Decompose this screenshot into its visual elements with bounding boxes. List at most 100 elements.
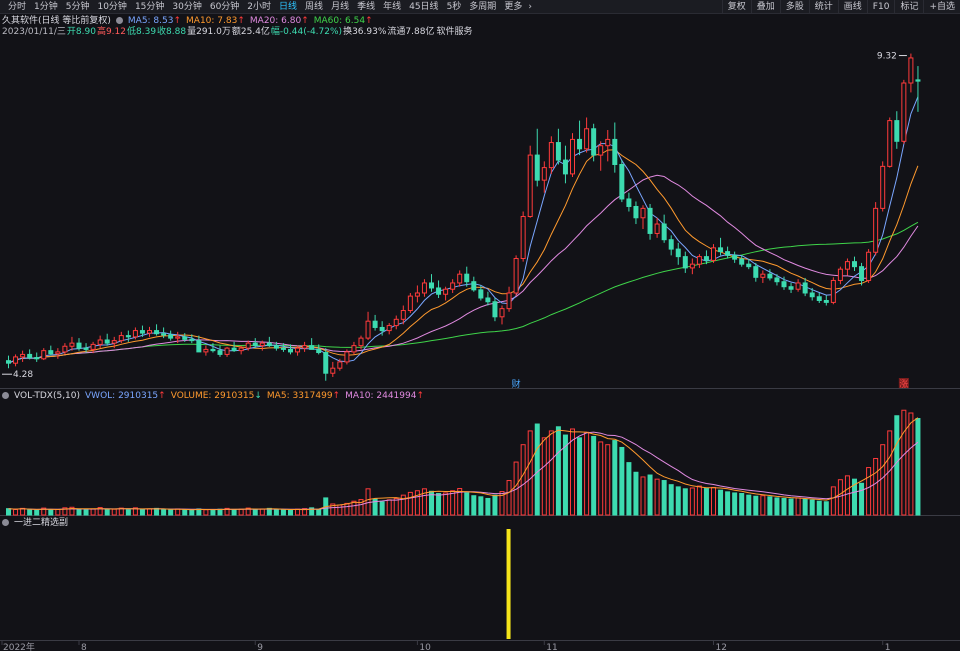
volume-bar — [725, 491, 731, 516]
volume-bar — [894, 415, 900, 516]
candle-body — [238, 347, 244, 352]
candle-body — [436, 287, 442, 295]
candle-body — [429, 282, 434, 289]
candle-body — [802, 282, 808, 294]
candle-body — [358, 337, 364, 347]
candle-body — [62, 345, 68, 353]
volume-bar — [830, 486, 836, 516]
candle-body — [696, 256, 702, 265]
volume-bar — [640, 476, 646, 516]
finance-badge: 财 — [512, 378, 521, 390]
volume-bar — [795, 497, 801, 516]
volume-bar — [661, 480, 667, 516]
volume-bar — [598, 441, 604, 516]
volume-bar — [887, 430, 893, 516]
candle-body — [407, 295, 413, 312]
candle-body — [27, 353, 33, 359]
candle-body — [555, 142, 561, 161]
candle-body — [654, 223, 660, 234]
low-price-label: 4.28 — [13, 370, 33, 380]
volume-bar — [555, 426, 561, 516]
candle-body — [908, 57, 914, 84]
candle-body — [894, 120, 900, 142]
volume-bar — [633, 471, 639, 516]
candle-body — [767, 273, 773, 279]
volume-bar — [210, 508, 216, 516]
x-tick-label: 9 — [257, 643, 263, 651]
candle-body — [478, 289, 484, 299]
candle-body — [492, 301, 498, 318]
candle-body — [661, 223, 667, 241]
candle-body — [598, 145, 604, 156]
candle-body — [633, 205, 639, 219]
candle-body — [562, 159, 568, 175]
candle-body — [450, 282, 456, 290]
volume-bar — [231, 509, 237, 516]
volume-bar — [908, 412, 914, 516]
candle-body — [457, 273, 463, 284]
limit-up-badge: 涨 — [899, 379, 908, 390]
x-tick-label: 11 — [546, 643, 557, 651]
candle-body — [859, 266, 865, 281]
candle-body — [224, 347, 230, 355]
candle-body — [154, 330, 160, 335]
volume-bar — [915, 418, 921, 516]
volume-bar — [450, 490, 456, 516]
candle-body — [175, 336, 181, 339]
high-price-label: 9.32 — [877, 52, 897, 62]
ma5-line — [8, 96, 919, 364]
volume-bar — [859, 482, 865, 516]
volume-bar — [816, 500, 822, 516]
candle-body — [421, 282, 427, 294]
volume-bar — [252, 508, 258, 516]
x-tick-label: 8 — [81, 643, 87, 651]
candle-body — [196, 340, 202, 353]
volume-bar — [802, 498, 808, 516]
volume-bar — [168, 509, 174, 516]
volume-bar — [20, 507, 26, 516]
candle-body — [887, 120, 893, 167]
volume-bar — [478, 496, 484, 516]
candle-body — [668, 239, 674, 250]
candle-body — [873, 207, 879, 253]
volume-bar — [718, 489, 724, 516]
candle-body — [788, 286, 794, 290]
candle-body — [309, 345, 315, 350]
volume-bar — [647, 474, 653, 516]
candle-body — [351, 345, 357, 353]
candle-body — [104, 339, 110, 344]
volume-bar — [337, 504, 343, 516]
volume-bar — [492, 494, 498, 516]
volume-bar — [175, 508, 181, 516]
candle-body — [746, 263, 752, 268]
candle-body — [147, 330, 152, 334]
volume-bar — [259, 508, 265, 516]
candle-body — [541, 167, 547, 181]
candle-body — [760, 273, 766, 278]
kline-chart[interactable]: 9.32 4.28 财 涨 2022年 8 9 10 11 12 1 — [0, 0, 960, 651]
volume-bar — [682, 488, 688, 516]
candle-body — [823, 300, 829, 303]
candle-body — [830, 279, 836, 303]
candle-body — [619, 163, 625, 200]
candle-body — [13, 356, 19, 364]
volume-bar — [55, 508, 61, 516]
candle-body — [718, 247, 724, 253]
vol-ma5-line — [8, 417, 919, 511]
volume-bar — [351, 500, 357, 516]
volume-bar — [104, 508, 110, 516]
candle-body — [168, 334, 174, 339]
candle-body — [809, 292, 815, 298]
volume-bar — [13, 508, 19, 516]
candle-body — [485, 297, 491, 303]
candle-body — [379, 326, 385, 332]
candle-body — [548, 142, 554, 169]
candle-body — [506, 292, 512, 310]
volume-bar — [612, 440, 618, 516]
candle-body — [711, 247, 716, 261]
candle-body — [612, 138, 618, 165]
volume-bar — [711, 486, 716, 516]
volume-bar — [654, 478, 660, 516]
volume-bar — [675, 486, 681, 516]
candle-body — [844, 261, 850, 270]
